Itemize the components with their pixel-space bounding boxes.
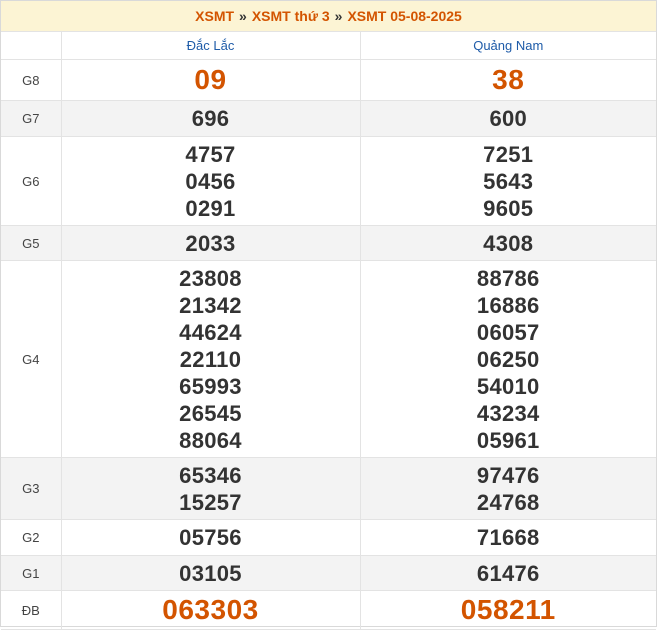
lottery-results-panel: XSMT » XSMT thứ 3 » XSMT 05-08-2025 Đắc …	[0, 0, 657, 630]
breadcrumb-link-xsmt[interactable]: XSMT	[195, 8, 234, 24]
prize-label: ĐB	[1, 590, 62, 630]
prize-number-highlight: 38	[492, 64, 525, 95]
prize-number: 06057	[476, 319, 540, 345]
prize-label: G3	[1, 457, 62, 520]
prize-label: G4	[1, 260, 62, 458]
province-header-cell: Quảng Nam	[360, 32, 656, 60]
prize-cell: 65346 15257	[61, 457, 361, 520]
prize-number: 05756	[179, 525, 242, 550]
prize-number: 7251	[483, 141, 534, 167]
prize-number: 22110	[179, 346, 242, 372]
breadcrumb: XSMT » XSMT thứ 3 » XSMT 05-08-2025	[1, 1, 656, 32]
breadcrumb-separator: »	[334, 8, 343, 24]
prize-number: 21342	[179, 292, 242, 318]
province-link-dak-lak[interactable]: Đắc Lắc	[187, 38, 235, 53]
prize-number: 600	[489, 106, 528, 131]
prize-label: G1	[1, 555, 62, 591]
prize-cell: 38	[360, 59, 656, 101]
prize-label: G8	[1, 59, 62, 101]
prize-row: G1 03105 61476	[1, 555, 656, 591]
prize-row: G7 696 600	[1, 100, 656, 137]
prize-row: ĐB 063303 058211	[1, 590, 656, 630]
prize-number: 05961	[476, 427, 540, 453]
prize-cell: 063303	[61, 590, 361, 630]
prize-number: 0291	[185, 195, 236, 221]
prize-row: G3 65346 15257 97476 24768	[1, 457, 656, 520]
province-link-quang-nam[interactable]: Quảng Nam	[473, 38, 543, 53]
prize-number: 2033	[185, 230, 236, 256]
prize-number: 9605	[483, 195, 534, 221]
breadcrumb-link-weekday[interactable]: XSMT thứ 3	[252, 8, 330, 24]
results-table: Đắc Lắc Quảng Nam G8 09 38 G7 696 600 G6 4757 04…	[1, 32, 656, 630]
prize-cell: 058211	[360, 590, 656, 630]
prize-cell: 09	[61, 59, 361, 101]
prize-number: 88064	[179, 427, 242, 453]
prize-cell: 7251 5643 9605	[360, 136, 656, 226]
prize-row: G6 4757 0456 0291 7251 5643 9605	[1, 136, 656, 226]
prize-cell: 2033	[61, 225, 361, 261]
prize-number: 0456	[185, 168, 236, 194]
prize-number: 88786	[476, 265, 540, 291]
prize-number: 4757	[185, 141, 236, 167]
breadcrumb-separator: »	[239, 8, 247, 24]
prize-number: 15257	[179, 489, 242, 515]
prize-cell: 61476	[360, 555, 656, 591]
prize-number: 03105	[179, 560, 242, 586]
prize-number-highlight: 09	[194, 64, 227, 95]
prize-cell: 03105	[61, 555, 361, 591]
prize-label: G6	[1, 136, 62, 226]
prize-cell: 71668	[360, 519, 656, 556]
prize-number: 44624	[179, 319, 242, 345]
prize-cell: 23808 21342 44624 22110 65993 26545 88064	[61, 260, 361, 458]
prize-number: 24768	[476, 489, 540, 515]
prize-cell: 4308	[360, 225, 656, 261]
prize-row: G2 05756 71668	[1, 519, 656, 556]
province-header-row: Đắc Lắc Quảng Nam	[1, 32, 656, 60]
prize-number: 06250	[476, 346, 540, 372]
prize-number-highlight: 058211	[460, 594, 556, 625]
prize-number: 43234	[476, 400, 540, 426]
prize-label: G2	[1, 519, 62, 556]
header-empty-cell	[1, 32, 62, 60]
prize-label: G5	[1, 225, 62, 261]
prize-number: 71668	[476, 525, 540, 550]
prize-row: G4 23808 21342 44624 22110 65993 26545 88064 887…	[1, 260, 656, 458]
prize-cell: 696	[61, 100, 361, 137]
prize-number: 4308	[483, 230, 534, 256]
prize-number: 65993	[179, 373, 242, 399]
prize-number: 54010	[476, 373, 540, 399]
province-header-cell: Đắc Lắc	[61, 32, 361, 60]
prize-cell: 97476 24768	[360, 457, 656, 520]
prize-number: 61476	[476, 560, 540, 586]
breadcrumb-link-date[interactable]: XSMT 05-08-2025	[347, 8, 461, 24]
prize-number: 97476	[476, 462, 540, 488]
prize-number: 16886	[476, 292, 540, 318]
prize-cell: 88786 16886 06057 06250 54010 43234 05961	[360, 260, 656, 458]
prize-row: G5 2033 4308	[1, 225, 656, 261]
prize-number: 65346	[179, 462, 242, 488]
prize-cell: 4757 0456 0291	[61, 136, 361, 226]
prize-cell: 600	[360, 100, 656, 137]
prize-cell: 05756	[61, 519, 361, 556]
prize-number: 26545	[179, 400, 242, 426]
prize-number: 696	[191, 106, 230, 131]
prize-row: G8 09 38	[1, 59, 656, 101]
prize-label: G7	[1, 100, 62, 137]
prize-number: 23808	[179, 265, 242, 291]
prize-number: 5643	[483, 168, 534, 194]
prize-number-highlight: 063303	[162, 594, 259, 625]
